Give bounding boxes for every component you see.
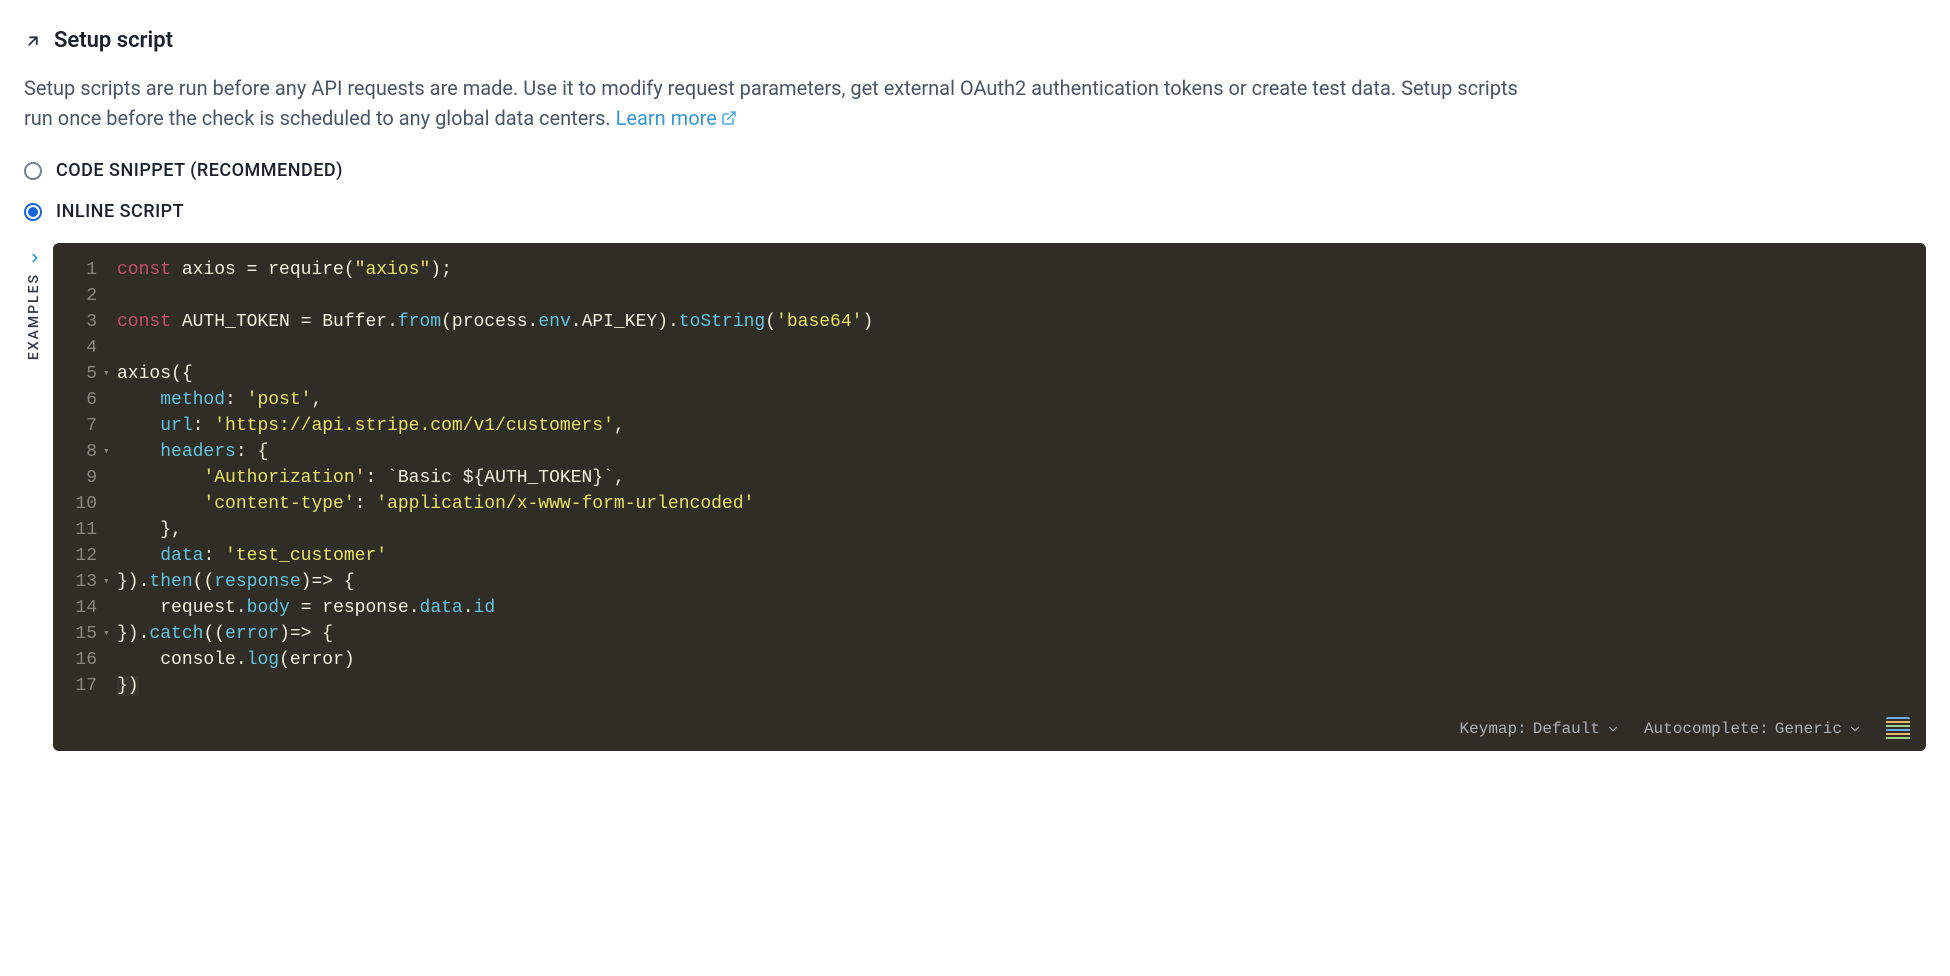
- examples-panel-toggle[interactable]: EXAMPLES: [24, 243, 45, 751]
- code-content[interactable]: data: 'test_customer': [117, 543, 1908, 569]
- chevron-down-icon: [1848, 722, 1862, 736]
- line-number: 8: [65, 439, 103, 465]
- line-number: 10: [65, 491, 103, 517]
- radio-code-snippet[interactable]: CODE SNIPPET (RECOMMENDED): [24, 157, 1926, 184]
- autocomplete-selector[interactable]: Autocomplete: Generic: [1644, 717, 1862, 741]
- code-content[interactable]: 'content-type': 'application/x-www-form-…: [117, 491, 1908, 517]
- line-number: 11: [65, 517, 103, 543]
- section-description: Setup scripts are run before any API req…: [24, 73, 1524, 133]
- code-line[interactable]: 12 data: 'test_customer': [65, 543, 1908, 569]
- code-line[interactable]: 14 request.body = response.data.id: [65, 595, 1908, 621]
- code-line[interactable]: 9 'Authorization': `Basic ${AUTH_TOKEN}`…: [65, 465, 1908, 491]
- code-line[interactable]: 1 const axios = require("axios");: [65, 257, 1908, 283]
- code-content[interactable]: }).then((response)=> {: [117, 569, 1908, 595]
- line-number: 5: [65, 361, 103, 387]
- code-content[interactable]: 'Authorization': `Basic ${AUTH_TOKEN}`,: [117, 465, 1908, 491]
- code-line[interactable]: 3 const AUTH_TOKEN = Buffer.from(process.…: [65, 309, 1908, 335]
- code-line[interactable]: 5▾axios({: [65, 361, 1908, 387]
- line-number: 14: [65, 595, 103, 621]
- learn-more-label: Learn more: [616, 103, 717, 133]
- autocomplete-value: Generic: [1775, 717, 1842, 741]
- code-content[interactable]: request.body = response.data.id: [117, 595, 1908, 621]
- line-number: 3: [65, 309, 103, 335]
- line-number: 12: [65, 543, 103, 569]
- radio-label-inline: INLINE SCRIPT: [56, 198, 184, 225]
- keymap-selector[interactable]: Keymap: Default: [1460, 717, 1620, 741]
- code-line[interactable]: 11 },: [65, 517, 1908, 543]
- code-content[interactable]: url: 'https://api.stripe.com/v1/customer…: [117, 413, 1908, 439]
- code-content[interactable]: headers: {: [117, 439, 1908, 465]
- fold-marker: [103, 543, 117, 569]
- code-content[interactable]: }).catch((error)=> {: [117, 621, 1908, 647]
- code-line[interactable]: 7 url: 'https://api.stripe.com/v1/custom…: [65, 413, 1908, 439]
- radio-icon: [24, 203, 42, 221]
- fold-marker[interactable]: ▾: [103, 439, 117, 465]
- code-line[interactable]: 16 console.log(error): [65, 647, 1908, 673]
- line-number: 4: [65, 335, 103, 361]
- code-line[interactable]: 2: [65, 283, 1908, 309]
- code-content[interactable]: },: [117, 517, 1908, 543]
- keymap-label: Keymap:: [1460, 717, 1527, 741]
- line-number: 17: [65, 673, 103, 699]
- code-line[interactable]: 8▾ headers: {: [65, 439, 1908, 465]
- code-content[interactable]: [117, 283, 1908, 309]
- fold-marker: [103, 387, 117, 413]
- fold-marker: [103, 465, 117, 491]
- code-content[interactable]: [117, 335, 1908, 361]
- code-line[interactable]: 10 'content-type': 'application/x-www-fo…: [65, 491, 1908, 517]
- code-content[interactable]: method: 'post',: [117, 387, 1908, 413]
- code-line[interactable]: 4: [65, 335, 1908, 361]
- line-number: 6: [65, 387, 103, 413]
- section-header: Setup script: [24, 24, 1926, 57]
- radio-icon: [24, 162, 42, 180]
- line-number: 7: [65, 413, 103, 439]
- code-line[interactable]: 6 method: 'post',: [65, 387, 1908, 413]
- expand-arrow-icon: [24, 32, 42, 50]
- code-line[interactable]: 17}): [65, 673, 1908, 699]
- fold-marker: [103, 413, 117, 439]
- section-title: Setup script: [54, 24, 173, 57]
- fold-marker[interactable]: ▾: [103, 361, 117, 387]
- fold-marker: [103, 257, 117, 283]
- minimap-icon[interactable]: [1886, 717, 1910, 741]
- radio-inline-script[interactable]: INLINE SCRIPT: [24, 198, 1926, 225]
- radio-label-snippet: CODE SNIPPET (RECOMMENDED): [56, 157, 343, 184]
- fold-marker: [103, 309, 117, 335]
- code-content[interactable]: const AUTH_TOKEN = Buffer.from(process.e…: [117, 309, 1908, 335]
- code-content[interactable]: axios({: [117, 361, 1908, 387]
- fold-marker[interactable]: ▾: [103, 621, 117, 647]
- line-number: 15: [65, 621, 103, 647]
- fold-marker: [103, 595, 117, 621]
- chevron-down-icon: [1606, 722, 1620, 736]
- fold-marker: [103, 335, 117, 361]
- keymap-value: Default: [1533, 717, 1600, 741]
- chevron-right-icon: [28, 251, 42, 265]
- fold-marker: [103, 283, 117, 309]
- line-number: 9: [65, 465, 103, 491]
- code-content[interactable]: console.log(error): [117, 647, 1908, 673]
- code-line[interactable]: 15▾}).catch((error)=> {: [65, 621, 1908, 647]
- external-link-icon: [721, 110, 737, 126]
- code-content[interactable]: const axios = require("axios");: [117, 257, 1908, 283]
- line-number: 16: [65, 647, 103, 673]
- examples-label: EXAMPLES: [24, 273, 45, 360]
- code-editor[interactable]: 1 const axios = require("axios"); 23 const …: [53, 243, 1926, 751]
- code-area[interactable]: 1 const axios = require("axios"); 23 const …: [53, 243, 1926, 709]
- autocomplete-label: Autocomplete:: [1644, 717, 1769, 741]
- line-number: 2: [65, 283, 103, 309]
- learn-more-link[interactable]: Learn more: [616, 103, 737, 133]
- code-content[interactable]: }): [117, 673, 1908, 699]
- fold-marker: [103, 673, 117, 699]
- editor-statusbar: Keymap: Default Autocomplete: Generic: [53, 709, 1926, 751]
- description-text: Setup scripts are run before any API req…: [24, 76, 1518, 130]
- line-number: 1: [65, 257, 103, 283]
- editor-container: EXAMPLES 1 const axios = require("axios")…: [24, 243, 1926, 751]
- fold-marker: [103, 647, 117, 673]
- line-number: 13: [65, 569, 103, 595]
- fold-marker: [103, 491, 117, 517]
- fold-marker: [103, 517, 117, 543]
- script-type-radios: CODE SNIPPET (RECOMMENDED) INLINE SCRIPT: [24, 157, 1926, 225]
- code-line[interactable]: 13▾}).then((response)=> {: [65, 569, 1908, 595]
- fold-marker[interactable]: ▾: [103, 569, 117, 595]
